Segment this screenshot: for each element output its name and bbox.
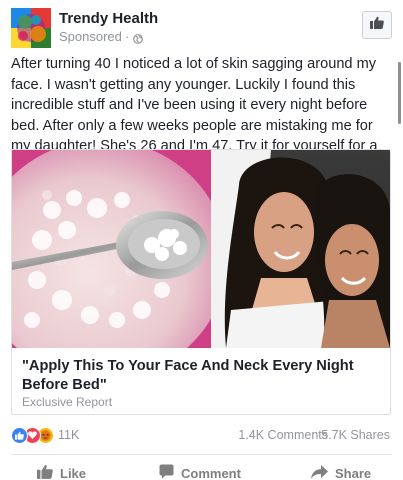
like-reaction-icon <box>11 426 28 444</box>
comment-label: Comment <box>181 465 241 480</box>
like-button[interactable]: Like <box>37 462 86 480</box>
speech-bubble-icon <box>159 464 174 480</box>
meta-separator: · <box>124 29 130 44</box>
engagement-stats: 11K 1.4K Comments 5.7K Shares <box>11 426 392 444</box>
page-name[interactable]: Trendy Health <box>59 10 158 27</box>
share-arrow-icon <box>311 464 328 480</box>
like-label: Like <box>60 465 87 480</box>
link-title[interactable]: "Apply This To Your Face And Neck Every … <box>22 357 382 395</box>
sponsored-label[interactable]: Sponsored <box>59 29 122 44</box>
women-photo <box>211 150 390 348</box>
post-meta: Sponsored · <box>59 29 144 44</box>
spoon-bowl-photo <box>12 150 227 348</box>
post-header: Trendy Health Sponsored · <box>11 8 396 48</box>
comments-count[interactable]: 1.4K Comments <box>238 428 328 442</box>
link-preview-image[interactable] <box>12 150 390 348</box>
shares-count[interactable]: 5.7K Shares <box>321 428 390 442</box>
link-preview-card[interactable]: "Apply This To Your Face And Neck Every … <box>11 149 391 415</box>
scrollbar-thumb[interactable] <box>398 62 401 124</box>
globe-icon <box>133 32 144 44</box>
post-actions: Like Comment Share <box>11 462 392 480</box>
share-label: Share <box>335 465 372 480</box>
thumbs-up-icon <box>370 16 384 34</box>
actions-divider <box>11 454 392 455</box>
like-page-button[interactable] <box>362 11 392 39</box>
page-avatar[interactable] <box>11 8 51 48</box>
reaction-count: 11K <box>58 428 80 442</box>
comment-button[interactable]: Comment <box>159 462 241 480</box>
link-source: Exclusive Report <box>22 395 113 409</box>
reactions-summary[interactable]: 11K <box>11 426 79 444</box>
thumbs-up-icon <box>37 464 53 480</box>
share-button[interactable]: Share <box>311 462 371 480</box>
